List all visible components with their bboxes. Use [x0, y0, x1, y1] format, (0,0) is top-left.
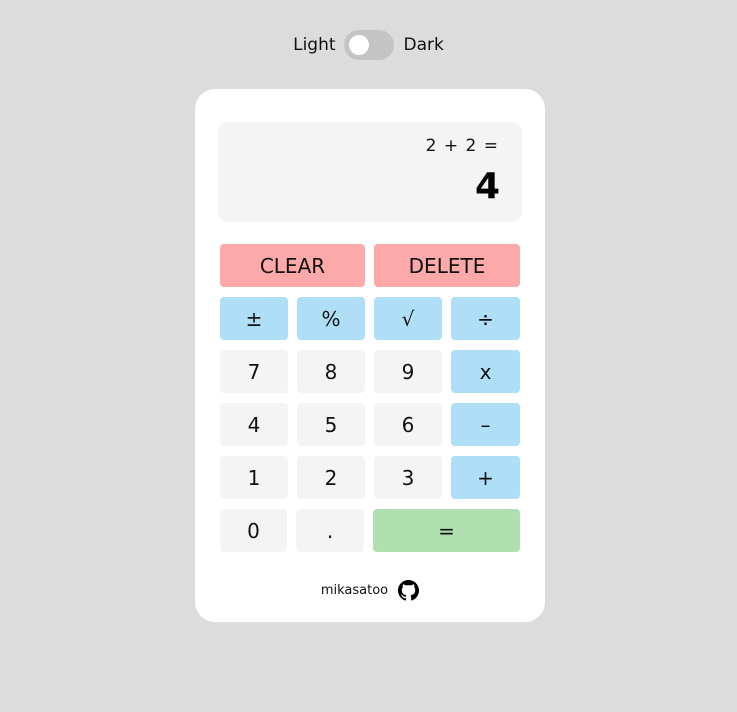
key-3[interactable]: 3 — [374, 456, 442, 499]
footer: mikasatoo — [195, 577, 545, 603]
key-2[interactable]: 2 — [297, 456, 365, 499]
key-4[interactable]: 4 — [220, 403, 288, 446]
key-7[interactable]: 7 — [220, 350, 288, 393]
key-9[interactable]: 9 — [374, 350, 442, 393]
percent-button[interactable]: % — [297, 297, 365, 340]
equals-button[interactable]: = — [373, 509, 520, 552]
github-icon[interactable] — [398, 579, 420, 601]
light-label: Light — [293, 35, 336, 55]
key-6[interactable]: 6 — [374, 403, 442, 446]
plus-minus-button[interactable]: ± — [220, 297, 288, 340]
clear-button[interactable]: CLEAR — [220, 244, 365, 287]
divide-button[interactable]: ÷ — [451, 297, 520, 340]
author-name: mikasatoo — [320, 582, 389, 598]
key-1[interactable]: 1 — [220, 456, 288, 499]
add-button[interactable]: + — [451, 456, 520, 499]
key-0[interactable]: 0 — [220, 509, 287, 552]
key-8[interactable]: 8 — [297, 350, 365, 393]
switch-knob — [348, 35, 369, 55]
sqrt-button[interactable]: √ — [374, 297, 442, 340]
dark-label: Dark — [403, 35, 444, 55]
result: 4 — [474, 166, 500, 207]
decimal-button[interactable]: . — [296, 509, 364, 552]
calculator: 2 + 2 = 4 CLEAR DELETE ± % √ ÷ 7 8 9 x 4… — [195, 89, 545, 622]
multiply-button[interactable]: x — [451, 350, 520, 393]
theme-switch[interactable] — [343, 30, 394, 60]
expression: 2 + 2 = — [425, 136, 499, 156]
key-5[interactable]: 5 — [297, 403, 365, 446]
delete-button[interactable]: DELETE — [374, 244, 520, 287]
subtract-button[interactable]: – — [451, 403, 520, 446]
theme-toggle: Light Dark — [0, 30, 737, 60]
display: 2 + 2 = 4 — [218, 122, 522, 222]
